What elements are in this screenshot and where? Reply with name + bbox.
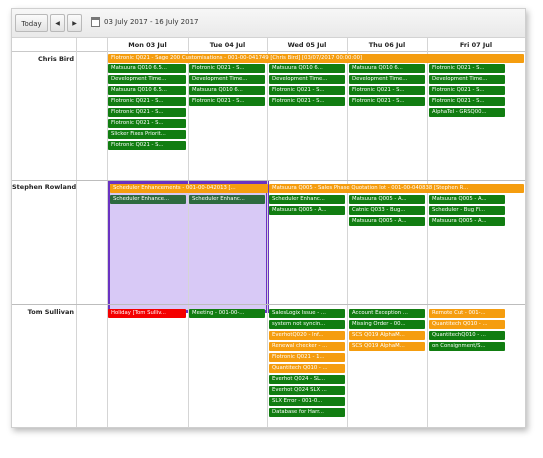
event-item[interactable]: Matsuura Q005 - A... — [349, 217, 425, 226]
event-spanning[interactable]: Matsuura Q005 - Sales Phase Quotation lo… — [269, 184, 524, 193]
event-item[interactable]: SalesLogix Issue - ... — [269, 309, 345, 318]
scheduler-window: Today ◀ ▶ 03 July 2017 - 16 July 2017 Mo… — [11, 8, 526, 428]
event-item[interactable]: Scheduler - Bug Fi... — [429, 206, 505, 215]
event-item[interactable]: system not syncin... — [269, 320, 345, 329]
event-item[interactable]: Flotronic Q021 - S... — [108, 141, 186, 150]
event-item[interactable]: Flotronic Q021 - S... — [429, 64, 505, 73]
event-item[interactable]: Missing Order - 00... — [349, 320, 425, 329]
event-item[interactable]: Everhot Q024 SLX ... — [269, 386, 345, 395]
event-item[interactable]: Matsuura Q010 6... — [189, 86, 265, 95]
event-item[interactable]: Matsuura Q010 6... — [269, 64, 345, 73]
event-item[interactable]: SCS Q019 AlphaM... — [349, 331, 425, 340]
event-spanning[interactable]: Flotronic Q021 - Sage 200 Customisations… — [108, 54, 524, 63]
calendar-icon[interactable] — [91, 17, 100, 27]
grid-line — [267, 38, 268, 427]
resource-name-tom-sullivan: Tom Sullivan — [27, 308, 74, 316]
event-item[interactable]: Flotronic Q021 - 1... — [269, 353, 345, 362]
event-item[interactable]: Matsuura Q005 - A... — [429, 217, 505, 226]
event-item[interactable]: Flotronic Q021 - S... — [108, 119, 186, 128]
event-item[interactable]: Flotronic Q021 - S... — [108, 108, 186, 117]
row-divider — [12, 304, 525, 305]
row-divider — [12, 180, 525, 181]
column-header-thu: Thu 06 Jul — [347, 38, 427, 52]
grid-line — [347, 38, 348, 427]
event-spanning[interactable]: Scheduler Enhancements - 001-00-042013 [… — [110, 184, 268, 193]
event-item[interactable]: Flotronic Q021 - S... — [269, 86, 345, 95]
event-item[interactable]: Flotronic Q021 - S... — [189, 97, 265, 106]
event-item[interactable]: Meeting - 001-00-... — [189, 309, 265, 318]
event-item[interactable]: Flotronic Q021 - S... — [189, 64, 265, 73]
event-item[interactable]: Development Time... — [108, 75, 186, 84]
event-item[interactable]: AlphaTel - GRSQ00... — [429, 108, 505, 117]
grid-line — [427, 38, 428, 427]
event-item[interactable]: Renewal checker - ... — [269, 342, 345, 351]
event-item[interactable]: Matsuura Q010 6.5... — [108, 86, 186, 95]
event-item[interactable]: Matsuura Q010 6... — [349, 64, 425, 73]
event-item[interactable]: EverhotQ020 - Inf... — [269, 331, 345, 340]
event-item[interactable]: Remote Cut - 001-... — [429, 309, 505, 318]
event-item[interactable]: Flotronic Q021 - S... — [108, 97, 186, 106]
resource-header — [12, 38, 107, 52]
column-header-fri: Fri 07 Jul — [427, 38, 525, 52]
event-item[interactable]: Scheduler Enhanc... — [269, 195, 345, 204]
event-item[interactable]: Flotronic Q021 - S... — [429, 97, 505, 106]
event-item[interactable]: Scheduler Enhanc... — [189, 195, 265, 204]
event-item[interactable]: Matsuura Q005 - A... — [349, 195, 425, 204]
event-item[interactable]: Catnic Q033 - Bug... — [349, 206, 425, 215]
event-item[interactable]: Flotronic Q021 - S... — [269, 97, 345, 106]
today-button[interactable]: Today — [15, 14, 48, 32]
event-item[interactable]: Matsuura Q005 - A... — [429, 195, 505, 204]
event-item[interactable]: on Consignment/S... — [429, 342, 505, 351]
event-item[interactable]: Development Time... — [269, 75, 345, 84]
previous-button[interactable]: ◀ — [50, 14, 65, 32]
event-item[interactable]: Development Time... — [349, 75, 425, 84]
event-item[interactable]: Flotronic Q021 - S... — [429, 86, 505, 95]
column-header-wed: Wed 05 Jul — [267, 38, 347, 52]
event-item[interactable]: SLX Error - 001-0... — [269, 397, 345, 406]
event-item[interactable]: SCS Q019 AlphaM... — [349, 342, 425, 351]
grid-line — [76, 38, 77, 427]
toolbar: Today ◀ ▶ 03 July 2017 - 16 July 2017 — [12, 9, 525, 38]
resource-name-stephen-rowland: Stephen Rowland — [12, 183, 77, 191]
event-item[interactable]: Development Time... — [429, 75, 505, 84]
event-item[interactable]: Matsuura Q010 6.5... — [108, 64, 186, 73]
event-item[interactable]: Database for Harr... — [269, 408, 345, 417]
date-range-label: 03 July 2017 - 16 July 2017 — [104, 18, 199, 26]
schedule-grid: Mon 03 Jul Tue 04 Jul Wed 05 Jul Thu 06 … — [12, 38, 525, 427]
event-item[interactable]: Development Time... — [189, 75, 265, 84]
event-item[interactable]: Flotronic Q021 - S... — [349, 97, 425, 106]
next-button[interactable]: ▶ — [67, 14, 82, 32]
event-item[interactable]: Slicker Fixes Priorit... — [108, 130, 186, 139]
column-header-mon: Mon 03 Jul — [107, 38, 188, 52]
event-item[interactable]: Everhot Q024 - SL... — [269, 375, 345, 384]
event-item[interactable]: Holiday [Tom Sulliv... — [108, 309, 186, 318]
event-item[interactable]: QuantitechQ010 - ... — [429, 331, 505, 340]
event-item[interactable]: Flotronic Q021 - S... — [349, 86, 425, 95]
column-header-tue: Tue 04 Jul — [188, 38, 267, 52]
event-item[interactable]: Account Exception ... — [349, 309, 425, 318]
event-item[interactable]: Matsuura Q005 - A... — [269, 206, 345, 215]
event-item[interactable]: Quantitech Q010 - ... — [269, 364, 345, 373]
resource-name-chris-bird: Chris Bird — [37, 55, 74, 63]
event-item[interactable]: Scheduler Enhance... — [110, 195, 186, 204]
event-item[interactable]: Quantitech Q010 - ... — [429, 320, 505, 329]
